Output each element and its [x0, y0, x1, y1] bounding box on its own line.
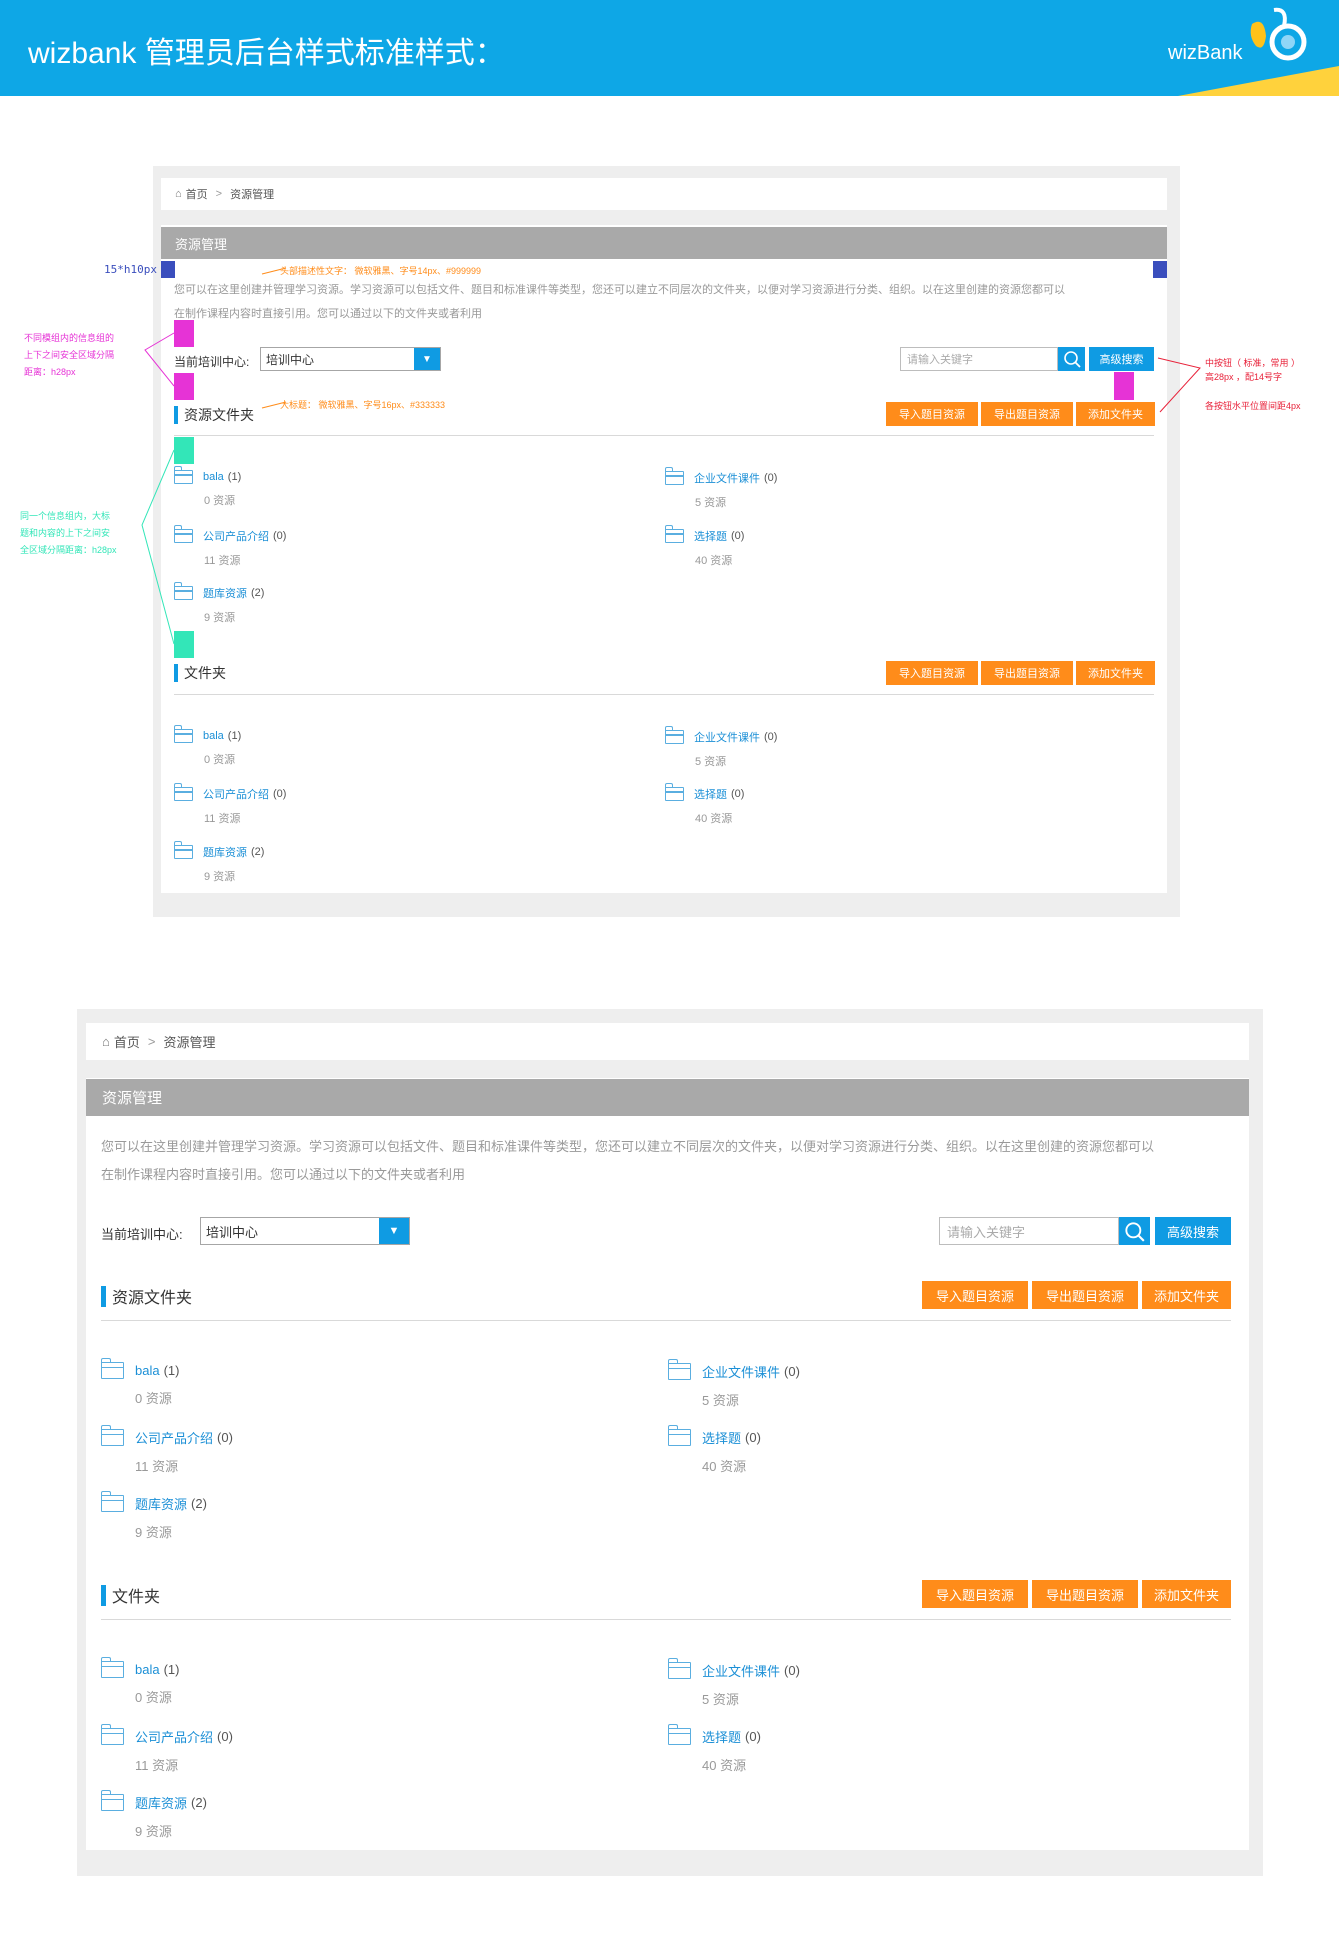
- folder-name-link[interactable]: 企业文件课件: [702, 1661, 780, 1680]
- section-title: 资源文件夹: [101, 1285, 192, 1307]
- folder-count: (1): [163, 1662, 180, 1677]
- folder-count: (2): [191, 1795, 207, 1810]
- list-item: bala (1) 0 资源: [100, 1657, 180, 1706]
- folder-count: (1): [163, 1363, 180, 1378]
- title-annotation: 大标题： 微软雅黑、字号16px、#333333: [280, 400, 446, 410]
- folder-resources: 9 资源: [135, 1824, 172, 1839]
- annotation-line: 同一个信息组内，大标: [20, 511, 111, 521]
- export-button[interactable]: 导出题目资源: [1032, 1281, 1138, 1309]
- chevron-down-icon: ▼: [379, 1218, 409, 1244]
- page-description: 您可以在这里创建并管理学习资源。学习资源可以包括文件、题目和标准课件等类型，您还…: [101, 1133, 1246, 1189]
- description-annotation: 头部描述性文字： 微软雅黑、字号14px、#999999: [280, 266, 482, 276]
- folder-resources: 0 资源: [135, 1690, 172, 1705]
- list-item: 公司产品介绍 (0) 11 资源: [100, 1724, 233, 1774]
- folder-icon: [667, 1359, 691, 1380]
- annotation-line: 中按钮（ 标准，常用 ）: [1205, 358, 1301, 368]
- folder-resources: 40 资源: [702, 1758, 747, 1773]
- folder-resources: 9 资源: [135, 1525, 172, 1540]
- inner-gap-annotation: 同一个信息组内，大标 题和内容的上下之间安 全区域分隔距离：h28px: [20, 508, 117, 559]
- center-select[interactable]: 培训中心 ▼: [200, 1217, 410, 1245]
- import-button[interactable]: 导入题目资源: [922, 1580, 1028, 1608]
- folder-icon: [100, 1358, 124, 1379]
- list-item: 题库资源 (2) 9 资源: [100, 1491, 207, 1541]
- folder-resources: 11 资源: [135, 1459, 179, 1474]
- advanced-search-button[interactable]: 高级搜索: [1155, 1217, 1231, 1245]
- folder-count: (0): [745, 1430, 761, 1445]
- folder-count: (0): [784, 1663, 800, 1678]
- folder-resources: 5 资源: [702, 1393, 739, 1408]
- folder-icon: [100, 1491, 124, 1512]
- section-divider: [101, 1619, 1231, 1620]
- folder-resources: 5 资源: [702, 1692, 739, 1707]
- section-title: 文件夹: [101, 1584, 160, 1606]
- button-annotation: 中按钮（ 标准，常用 ） 高28px ，配14号字: [1205, 356, 1300, 384]
- folder-name-link[interactable]: 题库资源: [135, 1494, 187, 1513]
- folder-resources: 0 资源: [135, 1391, 172, 1406]
- import-button[interactable]: 导入题目资源: [922, 1281, 1028, 1309]
- folder-icon: [667, 1724, 691, 1745]
- annotation-line: 不同模组内的信息组的: [24, 333, 115, 343]
- folder-icon: [667, 1658, 691, 1679]
- breadcrumb-separator: >: [147, 1034, 156, 1049]
- button-gap-annotation: 各按钮水平位置间距4px: [1205, 401, 1301, 411]
- annotation-line: 全区域分隔距离：h28px: [20, 545, 117, 555]
- page-title-bar: 资源管理: [86, 1079, 1249, 1116]
- folder-name-link[interactable]: bala: [135, 1363, 160, 1378]
- folder-icon: [100, 1425, 124, 1446]
- folder-name-link[interactable]: 选择题: [702, 1428, 741, 1447]
- folder-name-link[interactable]: 企业文件课件: [702, 1362, 780, 1381]
- breadcrumb-home[interactable]: 首页: [114, 1032, 140, 1051]
- section-title-bar: [101, 1285, 106, 1307]
- annotation-line: 高28px ，配14号字: [1205, 372, 1283, 382]
- search-placeholder: 请输入关键字: [947, 1224, 1026, 1240]
- list-item: 企业文件课件 (0) 5 资源: [667, 1658, 800, 1708]
- search-button[interactable]: [1119, 1217, 1150, 1245]
- folder-name-link[interactable]: bala: [135, 1662, 160, 1677]
- section-title-bar: [101, 1584, 106, 1606]
- folder-icon: [100, 1724, 124, 1745]
- folder-name-link[interactable]: 选择题: [702, 1727, 741, 1746]
- folder-count: (0): [745, 1729, 761, 1744]
- home-icon: ⌂: [102, 1034, 110, 1049]
- folder-count: (0): [217, 1430, 233, 1445]
- list-item: 题库资源 (2) 9 资源: [100, 1790, 207, 1840]
- breadcrumb: ⌂ 首页 > 资源管理: [86, 1023, 1249, 1060]
- section-divider: [101, 1320, 1231, 1321]
- folder-count: (2): [191, 1496, 207, 1511]
- list-item: 选择题 (0) 40 资源: [667, 1724, 761, 1774]
- breadcrumb-current: 资源管理: [163, 1035, 216, 1050]
- folder-icon: [100, 1790, 124, 1811]
- folder-resources: 40 资源: [702, 1459, 747, 1474]
- search-input[interactable]: 请输入关键字: [939, 1217, 1119, 1245]
- folder-resources: 11 资源: [135, 1758, 179, 1773]
- annotation-line: 题和内容的上下之间安: [20, 528, 111, 538]
- spacing-annotation: 15*h10px: [104, 263, 157, 276]
- center-select-value: 培训中心: [206, 1224, 259, 1240]
- page-title: 资源管理: [102, 1090, 163, 1107]
- description-line: 在制作课程内容时直接引用。您可以通过以下的文件夹或者利用: [101, 1167, 466, 1182]
- add-folder-button[interactable]: 添加文件夹: [1142, 1281, 1231, 1309]
- section-title-text: 文件夹: [112, 1589, 161, 1606]
- folder-count: (0): [217, 1729, 233, 1744]
- list-item: bala (1) 0 资源: [100, 1358, 180, 1407]
- section-title-text: 资源文件夹: [112, 1290, 193, 1307]
- add-folder-button[interactable]: 添加文件夹: [1142, 1580, 1231, 1608]
- description-line: 您可以在这里创建并管理学习资源。学习资源可以包括文件、题目和标准课件等类型，您还…: [101, 1139, 1155, 1154]
- export-button[interactable]: 导出题目资源: [1032, 1580, 1138, 1608]
- annotation-line: 距离：h28px: [24, 367, 76, 377]
- folder-name-link[interactable]: 题库资源: [135, 1793, 187, 1812]
- folder-count: (0): [784, 1364, 800, 1379]
- folder-name-link[interactable]: 公司产品介绍: [135, 1428, 213, 1447]
- annotation-leader-lines: [141, 267, 1201, 645]
- search-icon: [1125, 1221, 1145, 1242]
- list-item: 选择题 (0) 40 资源: [667, 1425, 761, 1475]
- folder-icon: [100, 1657, 124, 1678]
- folder-icon: [667, 1425, 691, 1446]
- annotation-line: 上下之间安全区域分隔: [24, 350, 115, 360]
- list-item: 企业文件课件 (0) 5 资源: [667, 1359, 800, 1409]
- list-item: 公司产品介绍 (0) 11 资源: [100, 1425, 233, 1475]
- center-label: 当前培训中心:: [101, 1227, 183, 1242]
- folder-name-link[interactable]: 公司产品介绍: [135, 1727, 213, 1746]
- group-gap-annotation: 不同模组内的信息组的 上下之间安全区域分隔 距离：h28px: [24, 330, 114, 381]
